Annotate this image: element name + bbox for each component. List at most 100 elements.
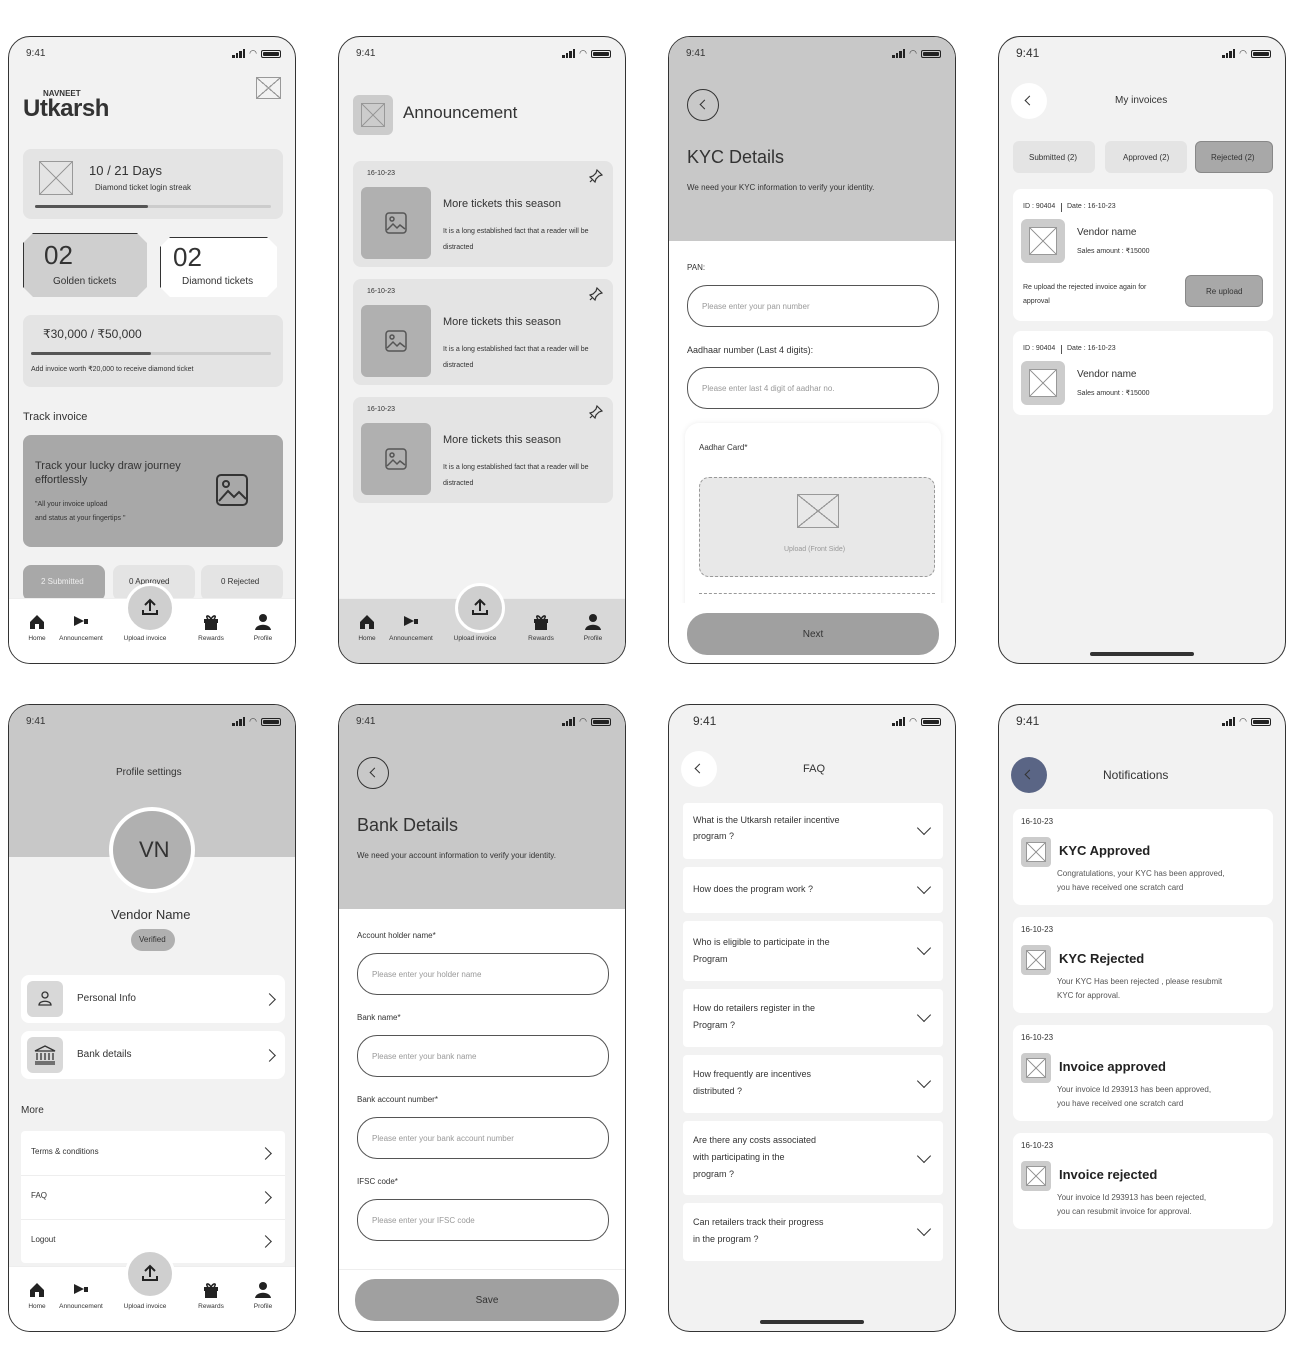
nav-announcement[interactable]: Announcement (53, 613, 109, 642)
invoice-card[interactable]: ID : 90404 Date : 16-10-23 Vendor name S… (1013, 189, 1273, 321)
nav-rewards[interactable]: Rewards (183, 1281, 239, 1310)
faq-item[interactable]: How does the program work ? (683, 867, 943, 913)
back-button[interactable] (687, 89, 719, 121)
nav-home-label: Home (358, 635, 376, 642)
nav-profile[interactable]: Profile (565, 613, 621, 642)
invoice-date: Date : 16-10-23 (1067, 345, 1116, 352)
home-icon (30, 1283, 44, 1297)
megaphone-icon (74, 616, 88, 626)
streak-label: Diamond ticket login streak (95, 183, 192, 192)
menu-personal-info[interactable]: Personal Info (21, 975, 285, 1023)
next-button[interactable]: Next (687, 613, 939, 655)
battery-icon (921, 49, 941, 58)
announcement-card[interactable]: 16-10-23 More tickets this season It is … (353, 161, 613, 267)
nav-rewards[interactable]: Rewards (183, 613, 239, 642)
announcement-card[interactable]: 16-10-23 More tickets this season It is … (353, 279, 613, 385)
nav-profile[interactable]: Profile (235, 613, 291, 642)
menu-terms[interactable]: Terms & conditions (21, 1131, 285, 1176)
faq-screen: 9:41 ◠ FAQ What is the Utkarsh retailer … (668, 704, 956, 1332)
announcement-image (361, 423, 431, 495)
ifsc-input[interactable]: Please enter your IFSC code (357, 1199, 609, 1241)
track-banner[interactable]: Track your lucky draw journey effortless… (23, 435, 283, 547)
diamond-tickets-card[interactable]: 02 Diamond tickets (160, 237, 277, 297)
menu-faq[interactable]: FAQ (21, 1175, 285, 1220)
faq-item[interactable]: What is the Utkarsh retailer incentive pr… (683, 803, 943, 859)
status-time: 9:41 (686, 48, 706, 59)
notification-thumb (1021, 1161, 1051, 1191)
pin-icon[interactable] (589, 169, 603, 183)
chevron-down-icon (916, 1221, 932, 1237)
notification-card[interactable]: 16-10-23 KYC Rejected Your KYC Has been … (1013, 917, 1273, 1013)
upload-invoice-button[interactable] (125, 1249, 175, 1299)
vendor-name: Vendor Name (111, 907, 191, 922)
back-button[interactable] (1011, 83, 1047, 119)
menu-bank-details[interactable]: Bank details (21, 1031, 285, 1079)
tab-rejected[interactable]: Rejected (2) (1195, 141, 1273, 173)
back-button[interactable] (357, 757, 389, 789)
holder-input[interactable]: Please enter your holder name (357, 953, 609, 995)
status-bar: 9:41 ◠ (669, 705, 955, 739)
notification-date: 16-10-23 (1021, 817, 1054, 826)
status-time: 9:41 (1016, 46, 1040, 60)
more-menu: Terms & conditions FAQ Logout (21, 1131, 285, 1263)
tab-submitted[interactable]: 2 Submitted (23, 565, 105, 601)
nav-announcement[interactable]: Announcement (383, 613, 439, 642)
reupload-button[interactable]: Re upload (1185, 275, 1263, 307)
faq-item[interactable]: Who is eligible to participate in the Pro… (683, 921, 943, 981)
status-bar: 9:41 ◠ (339, 705, 625, 739)
nav-profile-label: Profile (253, 635, 273, 642)
faq-item[interactable]: How frequently are incentives distributed… (683, 1055, 943, 1113)
amount-value: ₹30,000 / ₹50,000 (43, 327, 142, 341)
aadhaar-input[interactable]: Please enter last 4 digit of aadhar no. (687, 367, 939, 409)
more-heading: More (21, 1105, 44, 1116)
nav-profile[interactable]: Profile (235, 1281, 291, 1310)
faq-item[interactable]: Can retailers track their progress in the… (683, 1203, 943, 1261)
pin-icon[interactable] (589, 287, 603, 301)
save-button[interactable]: Save (355, 1279, 619, 1321)
tab-approved[interactable]: Approved (2) (1105, 141, 1187, 173)
pan-input[interactable]: Please enter your pan number (687, 285, 939, 327)
back-button[interactable] (681, 751, 717, 787)
upload-front-dropzone[interactable]: Upload (Front Side) (699, 477, 935, 577)
announcement-desc: It is a long established fact that a rea… (443, 346, 589, 353)
streak-days: 10 / 21 Days (89, 163, 162, 178)
ifsc-label: IFSC code* (357, 1177, 398, 1186)
tab-submitted[interactable]: Submitted (2) (1013, 141, 1095, 173)
faq-item[interactable]: Are there any costs associated with parti… (683, 1121, 943, 1195)
notification-card[interactable]: 16-10-23 Invoice approved Your invoice I… (1013, 1025, 1273, 1121)
announcement-desc-2: distracted (443, 480, 474, 487)
nav-announcement[interactable]: Announcement (53, 1281, 109, 1310)
signal-icon (892, 49, 906, 58)
avatar[interactable]: VN (109, 807, 195, 893)
amount-card[interactable]: ₹30,000 / ₹50,000 Add invoice worth ₹20,… (23, 315, 283, 387)
status-time: 9:41 (26, 48, 46, 59)
announcement-card[interactable]: 16-10-23 More tickets this season It is … (353, 397, 613, 503)
reupload-label: Re upload (1206, 287, 1243, 296)
faq-question-2: in the program ? (693, 1234, 759, 1244)
chevron-right-icon (259, 1235, 272, 1248)
notification-card[interactable]: 16-10-23 Invoice rejected Your invoice I… (1013, 1133, 1273, 1229)
battery-icon (261, 717, 281, 726)
banner-title: Track your lucky draw journey effortless… (35, 460, 181, 486)
streak-card[interactable]: 10 / 21 Days Diamond ticket login streak (23, 149, 283, 219)
notification-body-2: you have received one scratch card (1057, 1099, 1184, 1108)
golden-tickets-card[interactable]: 02 Golden tickets (23, 233, 147, 297)
reupload-note: Re upload the rejected invoice again for… (1023, 284, 1147, 305)
pin-icon[interactable] (589, 405, 603, 419)
bank-name-input[interactable]: Please enter your bank name (357, 1035, 609, 1077)
upload-invoice-button[interactable] (125, 583, 175, 633)
invoice-card[interactable]: ID : 90404 Date : 16-10-23 Vendor name S… (1013, 331, 1273, 415)
status-bar: 9:41 ◠ (669, 37, 955, 71)
faq-item[interactable]: How do retailers register in the Program … (683, 989, 943, 1047)
tab-rejected[interactable]: 0 Rejected (201, 565, 283, 601)
logout-label: Logout (31, 1235, 56, 1244)
back-button[interactable] (1011, 757, 1047, 793)
amount-progress-track (31, 352, 271, 355)
account-number-input[interactable]: Please enter your bank account number (357, 1117, 609, 1159)
notification-body: Congratulations, your KYC has been appro… (1057, 869, 1225, 878)
upload-invoice-button[interactable] (455, 583, 505, 633)
nav-rewards[interactable]: Rewards (513, 613, 569, 642)
golden-label: Golden tickets (53, 276, 117, 287)
notification-card[interactable]: 16-10-23 KYC Approved Congratulations, y… (1013, 809, 1273, 905)
chevron-right-icon (263, 1049, 276, 1062)
